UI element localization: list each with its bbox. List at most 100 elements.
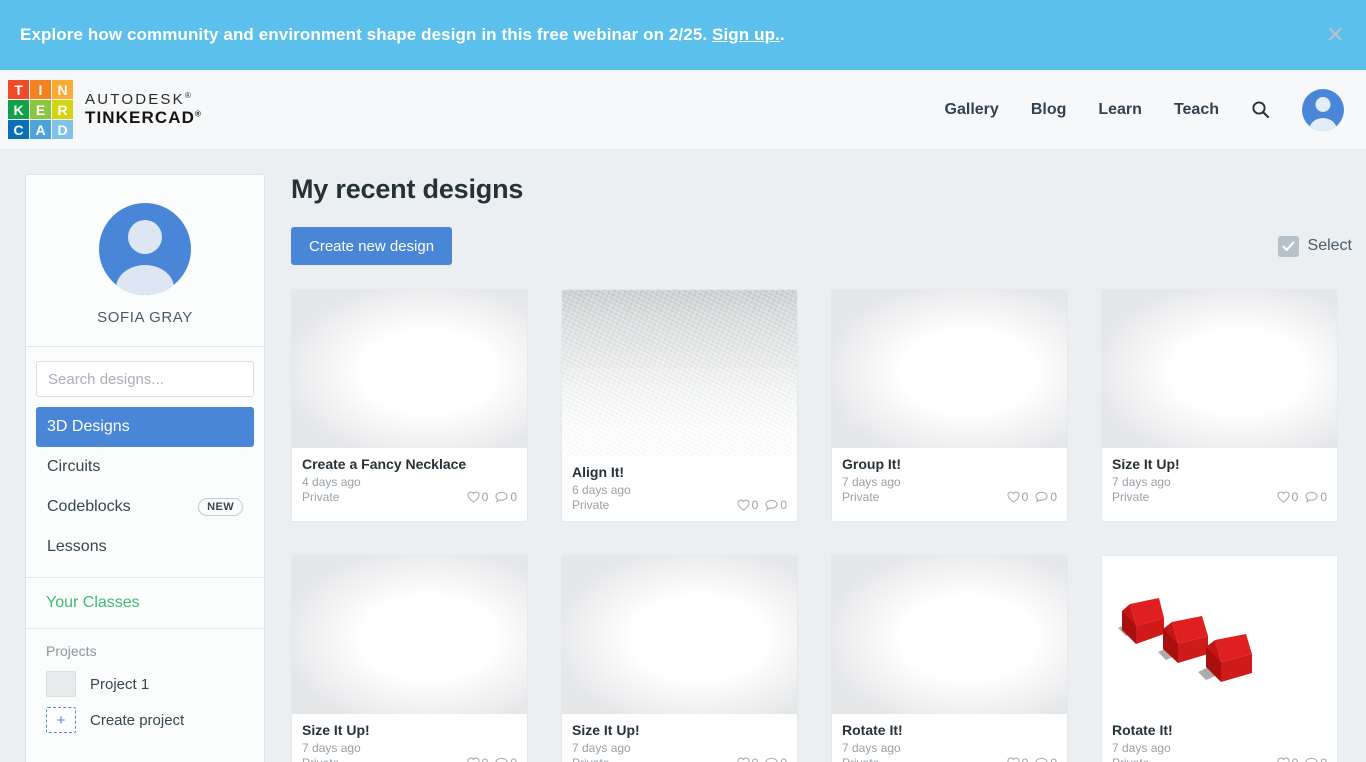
like-stat[interactable]: 0 [467,756,489,762]
heart-icon [737,757,750,762]
like-count: 0 [482,756,489,762]
comment-stat[interactable]: 0 [765,498,787,512]
sidebar-item-your-classes[interactable]: Your Classes [46,594,244,612]
design-meta: Private 0 0 [1112,756,1327,762]
designs-grid: Create a Fancy Necklace 4 days ago Priva… [291,289,1352,762]
close-icon[interactable]: × [1326,20,1344,50]
profile-username: SOFIA GRAY [26,309,264,326]
comment-count: 0 [1050,490,1057,504]
comment-icon [1035,757,1048,762]
promo-signup-link[interactable]: Sign up. [712,25,780,44]
design-thumbnail[interactable] [562,290,797,456]
main-navigation: Gallery Blog Learn Teach [945,89,1344,131]
logo-cell-n: N [52,80,73,99]
design-date: 4 days ago [302,475,517,489]
sidebar-nav: 3D Designs Circuits Codeblocks NEW Lesso… [26,403,264,577]
nav-gallery[interactable]: Gallery [945,101,999,119]
heart-icon [1007,757,1020,762]
select-toggle[interactable]: Select [1278,236,1352,257]
like-stat[interactable]: 0 [737,498,759,512]
design-privacy: Private [302,756,467,762]
search-icon[interactable] [1251,100,1270,119]
design-thumbnail[interactable] [1102,290,1337,448]
create-project-button[interactable]: + Create project [46,707,244,733]
comment-stat[interactable]: 0 [495,756,517,762]
design-thumbnail[interactable] [292,556,527,714]
design-card[interactable]: Group It! 7 days ago Private 0 0 [831,289,1068,522]
design-meta: Private 0 0 [842,756,1057,762]
design-card[interactable]: Size It Up! 7 days ago Private 0 0 [1101,289,1338,522]
like-stat[interactable]: 0 [467,490,489,504]
nav-teach[interactable]: Teach [1174,101,1219,119]
design-stats: 0 0 [1007,756,1057,762]
comment-count: 0 [780,498,787,512]
design-date: 7 days ago [842,741,1057,755]
design-title: Rotate It! [1112,722,1327,738]
promo-banner: Explore how community and environment sh… [0,0,1366,70]
design-card[interactable]: Size It Up! 7 days ago Private 0 0 [561,555,798,762]
like-stat[interactable]: 0 [1007,756,1029,762]
design-meta: Private 0 0 [302,490,517,504]
brand-tinkercad: TINKERCAD® [85,108,202,128]
project-item-project-1[interactable]: Project 1 [46,671,244,697]
design-thumbnail[interactable] [562,556,797,714]
profile-avatar-body [116,265,174,295]
design-title: Create a Fancy Necklace [302,456,517,472]
design-thumbnail[interactable] [832,290,1067,448]
cubes-render [1102,556,1337,714]
comment-icon [1305,491,1318,503]
sidebar-item-codeblocks[interactable]: Codeblocks NEW [36,487,254,527]
design-card[interactable]: Create a Fancy Necklace 4 days ago Priva… [291,289,528,522]
design-meta: Private 0 0 [572,498,787,512]
comment-stat[interactable]: 0 [1305,756,1327,762]
create-new-design-button[interactable]: Create new design [291,227,452,265]
like-stat[interactable]: 0 [737,756,759,762]
design-card[interactable]: Align It! 6 days ago Private 0 0 [561,289,798,522]
search-designs-input[interactable] [36,361,254,397]
design-thumbnail[interactable] [832,556,1067,714]
comment-stat[interactable]: 0 [765,756,787,762]
comment-stat[interactable]: 0 [1305,490,1327,504]
design-thumbnail[interactable] [292,290,527,448]
like-stat[interactable]: 0 [1007,490,1029,504]
comment-stat[interactable]: 0 [1035,756,1057,762]
sidebar-item-lessons[interactable]: Lessons [36,527,254,567]
comment-stat[interactable]: 0 [1035,490,1057,504]
design-card-body: Group It! 7 days ago Private 0 0 [832,448,1067,513]
brand-wordmark: AUTODESK® TINKERCAD® [85,91,202,128]
sidebar-item-label: Circuits [47,458,100,476]
like-stat[interactable]: 0 [1277,490,1299,504]
design-stats: 0 0 [467,490,517,504]
sidebar-item-label: Codeblocks [47,498,131,516]
design-card[interactable]: Rotate It! 7 days ago Private 0 0 [831,555,1068,762]
avatar[interactable] [1302,89,1344,131]
like-stat[interactable]: 0 [1277,756,1299,762]
design-card[interactable]: Size It Up! 7 days ago Private 0 0 [291,555,528,762]
tinkercad-logo[interactable]: T I N K E R C A D AUTODESK® TINKERCAD® [8,80,202,139]
profile-avatar-head [128,220,162,254]
comment-stat[interactable]: 0 [495,490,517,504]
like-count: 0 [482,490,489,504]
design-stats: 0 0 [1277,756,1327,762]
comment-count: 0 [510,490,517,504]
brand-autodesk: AUTODESK® [85,91,202,108]
select-checkbox[interactable] [1278,236,1299,257]
design-date: 7 days ago [1112,741,1327,755]
nav-blog[interactable]: Blog [1031,101,1067,119]
sidebar-item-3d-designs[interactable]: 3D Designs [36,407,254,447]
nav-learn[interactable]: Learn [1098,101,1142,119]
like-count: 0 [1022,756,1029,762]
design-card[interactable]: Rotate It! 7 days ago Private 0 0 [1101,555,1338,762]
page-content: SOFIA GRAY 3D Designs Circuits Codeblock… [0,150,1366,762]
design-privacy: Private [842,756,1007,762]
design-thumbnail[interactable] [1102,556,1337,714]
design-title: Group It! [842,456,1057,472]
profile-avatar[interactable] [99,203,191,295]
main-content: My recent designs Create new design Sele… [291,174,1366,762]
design-card-body: Rotate It! 7 days ago Private 0 0 [1102,714,1337,762]
sidebar-item-circuits[interactable]: Circuits [36,447,254,487]
comment-count: 0 [780,756,787,762]
logo-cell-i: I [30,80,51,99]
sidebar-item-label: 3D Designs [47,418,130,436]
select-label: Select [1308,237,1352,255]
